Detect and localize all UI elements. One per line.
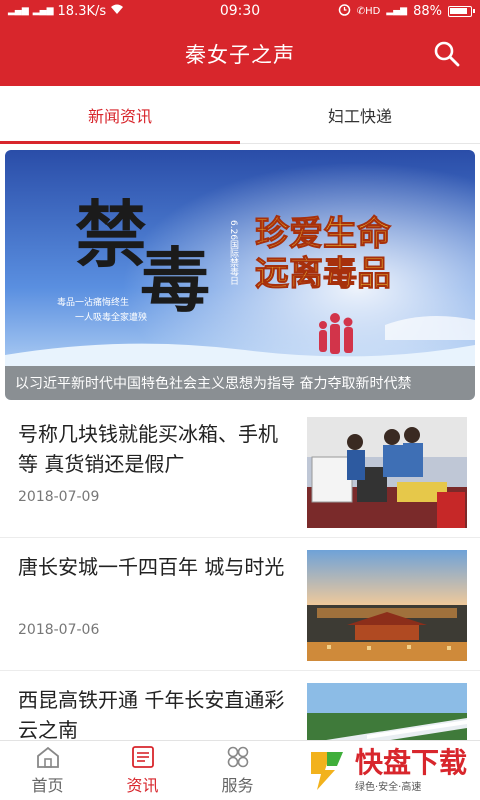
nav-news[interactable]: 资讯 [95, 741, 190, 800]
banner-small-line-2: 一人吸毒全家遭殃 [75, 311, 147, 323]
phone-icon: ✆HD [356, 5, 381, 17]
banner-image: 禁 毒 毒品一沾痛悔终生 一人吸毒全家遭殃 6.26国际禁毒日 珍爱生命 远离毒… [5, 150, 475, 400]
nav-home-label: 首页 [31, 776, 64, 795]
news-thumbnail [307, 550, 467, 661]
battery-percent: 88% [413, 3, 442, 19]
tab-news[interactable]: 新闻资讯 [0, 86, 240, 144]
signal-icon: ▂▄▆ [8, 6, 29, 16]
nav-news-label: 资讯 [126, 776, 159, 795]
banner-big-char-2: 毒 [140, 239, 210, 322]
signal-icon-3: ▂▄▆ [386, 6, 408, 16]
signal-icon-2: ▂▄▆ [32, 6, 54, 16]
tab-women-work[interactable]: 妇工快递 [240, 86, 480, 143]
banner-small-line-1: 毒品一沾痛悔终生 [57, 296, 129, 308]
clock: 09:30 [219, 3, 261, 19]
watermark-icon [311, 752, 343, 790]
network-speed: 18.3K/s [57, 3, 107, 19]
nav-service[interactable]: 服务 [190, 741, 285, 800]
status-bar: ▂▄▆ ▂▄▆ 18.3K/s 09:30 ✆HD ▂▄▆ 88% [0, 0, 480, 22]
alarm-icon [338, 3, 351, 20]
wifi-icon [110, 4, 124, 19]
home-icon [36, 746, 59, 768]
news-date: 2018-07-06 [18, 622, 100, 638]
news-title: 唐长安城一千四百年 城与时光 [18, 555, 285, 579]
nav-service-label: 服务 [221, 776, 254, 795]
app-header: 秦女子之声 [0, 22, 480, 86]
banner-slogan-1: 珍爱生命 [255, 214, 391, 254]
page-title: 秦女子之声 [185, 43, 295, 67]
banner-vertical-text: 6.26国际禁毒日 [228, 220, 239, 285]
news-thumbnail [307, 417, 467, 528]
banner-slogan-2: 远离毒品 [255, 254, 391, 294]
nav-home[interactable]: 首页 [0, 741, 95, 800]
banner-carousel[interactable]: 禁 毒 毒品一沾痛悔终生 一人吸毒全家遭殃 6.26国际禁毒日 珍爱生命 远离毒… [5, 150, 475, 400]
list-item[interactable]: 号称几块钱就能买冰箱、手机等 真货销还是假广 2018-07-09 [0, 405, 480, 538]
banner-big-char-1: 禁 [75, 192, 147, 277]
watermark-sub: 绿色·安全·高速 [355, 781, 422, 793]
search-icon [434, 41, 460, 67]
list-item[interactable]: 唐长安城一千四百年 城与时光 2018-07-06 [0, 538, 480, 671]
watermark-logo: 快盘下载 绿色·安全·高速 [305, 740, 480, 800]
news-date: 2018-07-09 [18, 489, 100, 505]
news-title: 号称几块钱就能买冰箱、手机等 真货销还是假广 [18, 422, 278, 476]
grid-icon [227, 746, 248, 768]
search-button[interactable] [432, 39, 462, 69]
watermark-brand: 快盘下载 [355, 745, 468, 779]
news-title: 西昆高铁开通 千年长安直通彩云之南 [18, 688, 285, 742]
tab-bar: 新闻资讯 妇工快递 [0, 86, 480, 144]
news-icon [131, 746, 154, 768]
volte-label: HD [365, 5, 381, 17]
banner-caption: 以习近平新时代中国特色社会主义思想为指导 奋力夺取新时代禁 [5, 366, 475, 400]
battery-icon [448, 5, 475, 17]
